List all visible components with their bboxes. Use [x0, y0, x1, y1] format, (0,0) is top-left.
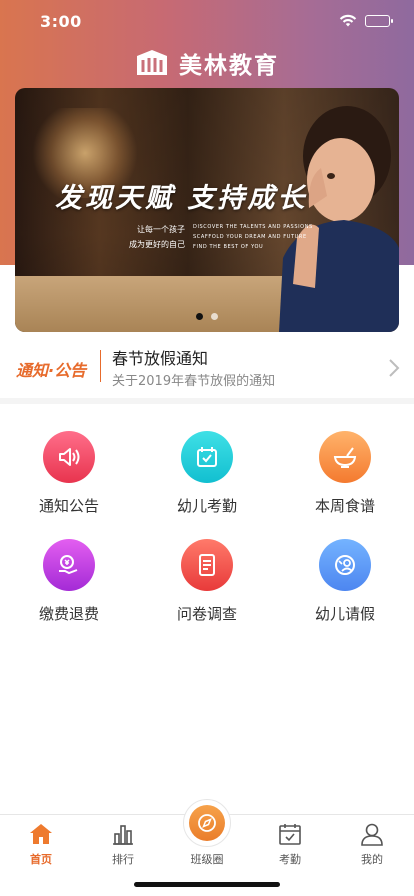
feature-label: 问卷调查 — [176, 605, 237, 623]
notice-description: 关于2019年春节放假的通知 — [112, 374, 276, 389]
banner-subtitle-cn-line: 成为更好的自己 — [129, 240, 185, 249]
banner-carousel[interactable]: 发现天赋 支持成长 让每一个孩子 成为更好的自己 DISCOVER THE TA… — [15, 88, 399, 332]
tab-label: 首页 — [30, 853, 52, 866]
banner-subtitle-en-line: FIND THE BEST OF YOU — [193, 244, 264, 250]
section-separator — [0, 398, 414, 404]
tab-attendance[interactable]: 考勤 — [249, 821, 331, 867]
feature-label: 幼儿考勤 — [176, 497, 237, 515]
feature-label: 缴费退费 — [38, 605, 99, 623]
brand-name: 美林教育 — [179, 53, 279, 79]
home-icon — [0, 821, 82, 847]
feature-label: 通知公告 — [38, 497, 99, 515]
status-bar: 3:00 — [0, 0, 414, 44]
calendar-check-icon — [181, 431, 233, 483]
notice-label: 通知·公告 — [16, 361, 87, 380]
feature-survey[interactable]: 问卷调查 — [138, 518, 276, 623]
tab-home[interactable]: 首页 — [0, 821, 82, 867]
carousel-dot[interactable] — [211, 313, 218, 320]
banner-subtitle-en-line: SCAFFOLD YOUR DREAM AND FUTURE — [193, 234, 307, 240]
tab-label: 考勤 — [279, 853, 301, 866]
class-circle-button[interactable] — [183, 799, 231, 847]
tab-label: 我的 — [361, 853, 383, 866]
notice-divider — [100, 350, 101, 382]
brand-logo-icon — [137, 50, 167, 75]
feature-payment[interactable]: 缴费退费 — [0, 518, 138, 623]
feature-notice[interactable]: 通知公告 — [0, 410, 138, 515]
status-time: 3:00 — [40, 12, 82, 31]
battery-icon — [365, 14, 393, 27]
speaker-icon — [43, 431, 95, 483]
feature-attendance[interactable]: 幼儿考勤 — [138, 410, 276, 515]
calendar-icon — [249, 821, 331, 847]
payment-icon — [43, 539, 95, 591]
compass-icon — [189, 805, 225, 841]
tab-label: 班级圈 — [190, 853, 224, 866]
home-indicator[interactable] — [134, 882, 280, 887]
feature-leave[interactable]: 幼儿请假 — [276, 518, 414, 623]
banner-title: 发现天赋 支持成长 — [55, 183, 308, 214]
chevron-right-icon[interactable] — [388, 358, 400, 378]
brand-header: 美林教育 — [0, 46, 414, 80]
leave-icon — [319, 539, 371, 591]
notice-bar[interactable]: 通知·公告 春节放假通知 关于2019年春节放假的通知 — [0, 340, 414, 398]
carousel-dot[interactable] — [196, 313, 203, 320]
banner-subtitle-cn: 让每一个孩子 成为更好的自己 — [105, 222, 185, 252]
profile-icon — [331, 821, 413, 847]
banner-subtitle-en: DISCOVER THE TALENTS AND PASSIONS SCAFFO… — [193, 222, 313, 252]
banner-subtitle-cn-line: 让每一个孩子 — [137, 225, 185, 234]
tab-profile[interactable]: 我的 — [331, 821, 413, 867]
document-icon — [181, 539, 233, 591]
status-icons — [339, 14, 393, 27]
bowl-icon — [319, 431, 371, 483]
wifi-icon — [339, 14, 357, 27]
tab-label: 排行 — [112, 853, 134, 866]
notice-title[interactable]: 春节放假通知 — [112, 345, 208, 369]
carousel-dots[interactable] — [196, 313, 218, 320]
feature-label: 幼儿请假 — [314, 605, 375, 623]
feature-label: 本周食谱 — [314, 497, 375, 515]
feature-recipe[interactable]: 本周食谱 — [276, 410, 414, 515]
ranking-icon — [82, 821, 164, 847]
tab-ranking[interactable]: 排行 — [82, 821, 164, 867]
banner-subtitle-en-line: DISCOVER THE TALENTS AND PASSIONS — [193, 224, 313, 230]
